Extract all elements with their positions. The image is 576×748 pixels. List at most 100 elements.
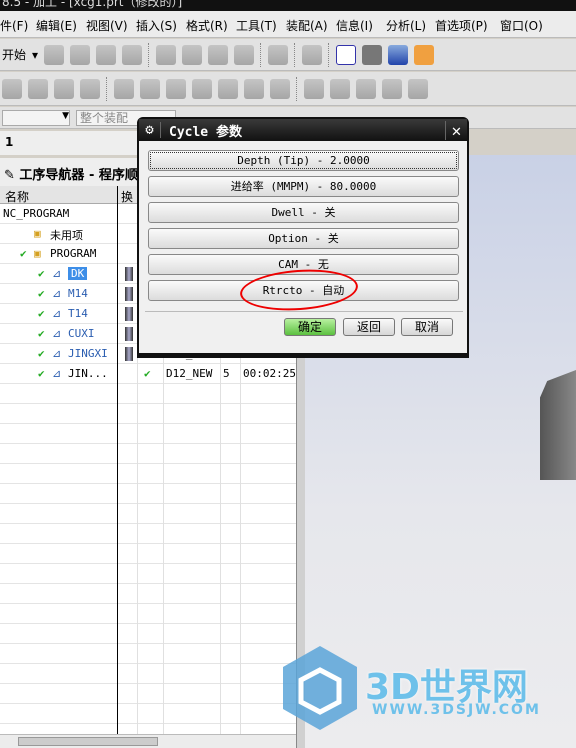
create-program-icon[interactable] xyxy=(2,78,22,99)
feedrate-button[interactable]: 进给率 (MMPM) - 80.0000 xyxy=(148,176,459,197)
dropdown-icon[interactable]: ▾ xyxy=(32,48,38,62)
section-icon[interactable] xyxy=(414,44,435,65)
close-icon[interactable]: ✕ xyxy=(445,120,467,140)
open-file-icon[interactable] xyxy=(70,44,91,65)
create-tool-icon[interactable] xyxy=(28,78,48,99)
generate-toolpath-icon[interactable] xyxy=(304,78,324,99)
menu-tools[interactable]: 工具(T) xyxy=(236,17,277,34)
tool-count: 5 xyxy=(223,367,230,380)
tool-icon xyxy=(125,267,133,281)
shop-doc-icon[interactable] xyxy=(408,78,428,99)
scanner-icon[interactable] xyxy=(362,44,383,65)
row-name: PROGRAM xyxy=(50,247,97,260)
operation-icon: ⊿ xyxy=(52,367,62,380)
check-icon: ✔ xyxy=(38,287,45,300)
column-tool-change[interactable]: 换 xyxy=(121,188,133,205)
menu-info[interactable]: 信息(I) xyxy=(336,17,373,34)
scrollbar-thumb[interactable] xyxy=(18,737,158,746)
operation-toolbar xyxy=(0,72,576,106)
tool-name: D12_NEW xyxy=(166,367,213,380)
print-icon[interactable] xyxy=(122,44,143,65)
replay-icon[interactable] xyxy=(330,78,350,99)
tool-icon xyxy=(125,347,133,361)
dialog-title: Cycle 参数 xyxy=(169,124,242,140)
row-name: JINGXI xyxy=(68,347,108,360)
postprocess-icon[interactable] xyxy=(382,78,402,99)
tool-icon xyxy=(125,307,133,321)
menu-analysis[interactable]: 分析(L) xyxy=(386,17,426,34)
check-icon: ✔ xyxy=(38,307,45,320)
copy-icon[interactable] xyxy=(182,44,203,65)
rtrcto-button[interactable]: Rtrcto - 自动 xyxy=(148,280,459,301)
cut-object-icon[interactable] xyxy=(140,78,160,99)
folder-icon: ▣ xyxy=(34,227,41,240)
menu-file[interactable]: 件(F) xyxy=(0,17,28,34)
create-method-icon[interactable] xyxy=(80,78,100,99)
status-check-icon: ✔ xyxy=(144,367,151,380)
menu-preferences[interactable]: 首选项(P) xyxy=(435,17,488,34)
delete-object-icon[interactable] xyxy=(218,78,238,99)
dwell-button[interactable]: Dwell - 关 xyxy=(148,202,459,223)
star-icon[interactable] xyxy=(302,44,323,65)
type-filter-dropdown[interactable]: ▼ xyxy=(2,109,70,126)
part-model xyxy=(540,370,576,480)
paste-icon[interactable] xyxy=(208,44,229,65)
create-geometry-icon[interactable] xyxy=(54,78,74,99)
check-icon: ✔ xyxy=(38,367,45,380)
menu-view[interactable]: 视图(V) xyxy=(86,17,128,34)
row-name: T14 xyxy=(68,307,88,320)
operation-icon: ⊿ xyxy=(52,327,62,340)
check-icon: ✔ xyxy=(38,327,45,340)
verify-icon[interactable] xyxy=(356,78,376,99)
gear-icon[interactable]: ⚙ xyxy=(139,122,161,138)
tree-row[interactable]: ✔ ⊿ JIN... ✔ D12_NEW 5 00:02:25 xyxy=(0,364,296,384)
cube-icon[interactable] xyxy=(388,44,409,65)
dialog-header: ⚙ Cycle 参数 ✕ xyxy=(139,119,467,141)
back-button[interactable]: 返回 xyxy=(343,318,395,336)
operation-icon: ⊿ xyxy=(52,287,62,300)
window-title: 8.5 - 加工 - [xcg1.prt（修改的）] xyxy=(0,0,576,11)
depth-button[interactable]: Depth (Tip) - 2.0000 xyxy=(148,150,459,171)
row-name: 未用项 xyxy=(50,229,83,242)
start-button[interactable]: 开始 xyxy=(2,46,26,63)
cut-icon[interactable] xyxy=(156,44,177,65)
row-name: CUXI xyxy=(68,327,95,340)
save-icon[interactable] xyxy=(96,44,117,65)
folder-icon: ▣ xyxy=(34,247,41,260)
undo-icon[interactable] xyxy=(268,44,289,65)
delete-icon[interactable] xyxy=(234,44,255,65)
fit-view-icon[interactable] xyxy=(336,44,357,65)
edit-object-icon[interactable] xyxy=(114,78,134,99)
row-name: NC_PROGRAM xyxy=(3,207,70,220)
ok-button[interactable]: 确定 xyxy=(284,318,336,336)
copy-object-icon[interactable] xyxy=(166,78,186,99)
tool-icon xyxy=(125,327,133,341)
operation-icon: ⊿ xyxy=(52,347,62,360)
display-icon[interactable] xyxy=(270,78,290,99)
check-icon: ✔ xyxy=(38,347,45,360)
new-file-icon[interactable] xyxy=(44,44,65,65)
standard-toolbar: 开始 ▾ xyxy=(0,39,576,71)
navigator-icon: ✎ xyxy=(4,168,20,183)
operation-icon: ⊿ xyxy=(52,307,62,320)
option-button[interactable]: Option - 关 xyxy=(148,228,459,249)
menu-insert[interactable]: 插入(S) xyxy=(136,17,177,34)
column-name[interactable]: 名称 xyxy=(5,188,29,205)
toolpath-time: 00:02:25 xyxy=(243,367,296,380)
menu-window[interactable]: 窗口(O) xyxy=(500,17,543,34)
menu-edit[interactable]: 编辑(E) xyxy=(36,17,77,34)
paste-object-icon[interactable] xyxy=(192,78,212,99)
horizontal-scrollbar[interactable] xyxy=(0,734,300,748)
row-name: M14 xyxy=(68,287,88,300)
menu-assembly[interactable]: 装配(A) xyxy=(286,17,328,34)
cycle-parameters-dialog: ⚙ Cycle 参数 ✕ Depth (Tip) - 2.0000 进给率 (M… xyxy=(137,117,469,355)
menu-format[interactable]: 格式(R) xyxy=(186,17,228,34)
check-icon: ✔ xyxy=(20,247,27,260)
info-icon[interactable] xyxy=(244,78,264,99)
row-name: DK xyxy=(68,267,88,280)
menu-bar: 件(F) 编辑(E) 视图(V) 插入(S) 格式(R) 工具(T) 装配(A)… xyxy=(0,11,576,38)
cam-button[interactable]: CAM - 无 xyxy=(148,254,459,275)
row-name: JIN... xyxy=(68,367,108,380)
check-icon: ✔ xyxy=(38,267,45,280)
cancel-button[interactable]: 取消 xyxy=(401,318,453,336)
